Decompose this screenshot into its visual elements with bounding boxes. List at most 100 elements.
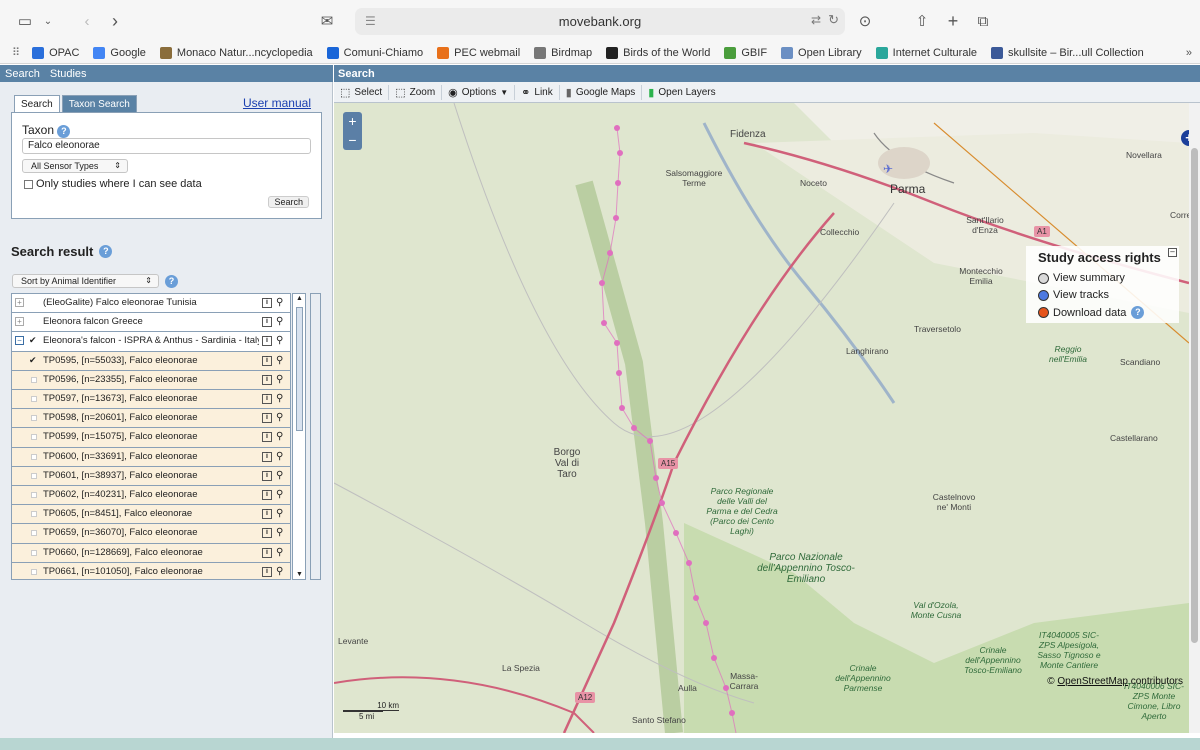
check-icon[interactable]: ✔	[29, 355, 37, 366]
info-icon[interactable]: i	[262, 317, 272, 328]
study-row[interactable]: − ✔ Eleonora's falcon - ISPRA & Anthus - S…	[12, 332, 290, 352]
search-button[interactable]: Search	[268, 196, 309, 208]
expand-icon[interactable]: +	[15, 298, 24, 307]
map-canvas[interactable]: Fidenza Salsomaggiore Terme Noceto Parma…	[334, 103, 1189, 733]
row-checkbox[interactable]	[31, 549, 37, 556]
info-icon[interactable]: i	[262, 509, 272, 520]
scroll-up-icon[interactable]: ▲	[296, 295, 303, 302]
check-icon[interactable]: ✔	[29, 335, 37, 346]
individual-row[interactable]: TP0596, [n=23355], Falco eleonorae i ⚲	[12, 370, 290, 390]
bookmark-item[interactable]: Internet Culturale	[875, 46, 977, 59]
individual-row[interactable]: TP0602, [n=40231], Falco eleonorae i ⚲	[12, 486, 290, 506]
share-icon[interactable]: ⇧	[911, 9, 933, 33]
magnifier-icon[interactable]: ⚲	[276, 374, 283, 385]
info-icon[interactable]: i	[262, 374, 272, 385]
row-checkbox[interactable]	[31, 568, 37, 575]
individual-row[interactable]: TP0601, [n=38937], Falco eleonorae i ⚲	[12, 466, 290, 486]
individual-row[interactable]: TP0605, [n=8451], Falco eleonorae i ⚲	[12, 505, 290, 525]
individual-row[interactable]: ✔ TP0595, [n=55033], Falco eleonorae i ⚲	[12, 351, 290, 371]
study-row[interactable]: + (EleoGalite) Falco eleonorae Tunisia i ⚲	[12, 294, 290, 314]
magnifier-icon[interactable]: ⚲	[276, 566, 283, 577]
sort-help-icon[interactable]: ?	[165, 273, 178, 288]
row-checkbox[interactable]	[31, 396, 37, 402]
magnifier-icon[interactable]: ⚲	[276, 297, 283, 308]
magnifier-icon[interactable]: ⚲	[276, 335, 283, 346]
magnifier-icon[interactable]: ⚲	[276, 527, 283, 538]
individual-row[interactable]: TP0661, [n=101050], Falco eleonorae i ⚲	[12, 562, 290, 579]
result-scrollbar[interactable]: ▲ ▼	[292, 293, 306, 580]
tab-taxon-search[interactable]: Taxon Search	[61, 95, 137, 113]
bookmark-item[interactable]: OPAC	[32, 46, 79, 59]
tab-search[interactable]: Search	[14, 95, 60, 113]
site-settings-icon[interactable]: ☰	[365, 14, 376, 28]
info-icon[interactable]: i	[262, 451, 272, 462]
detail-scrollbar[interactable]	[310, 293, 321, 580]
zoom-tool[interactable]: ⬚ Zoom	[389, 84, 443, 100]
study-row[interactable]: + Eleonora falcon Greece i ⚲	[12, 313, 290, 333]
individual-row[interactable]: TP0660, [n=128669], Falco eleonorae i ⚲	[12, 543, 290, 563]
magnifier-icon[interactable]: ⚲	[276, 547, 283, 558]
sidebar-toggle-icon[interactable]: ▭	[14, 9, 36, 33]
back-icon[interactable]: ‹	[78, 9, 96, 33]
bookmark-item[interactable]: Monaco Natur...ncyclopedia	[159, 46, 313, 59]
row-checkbox[interactable]	[31, 472, 37, 479]
info-icon[interactable]: i	[262, 566, 272, 577]
scroll-thumb[interactable]	[296, 307, 303, 431]
chevron-down-icon[interactable]: ⌄	[40, 9, 56, 33]
magnifier-icon[interactable]: ⚲	[276, 393, 283, 404]
magnifier-icon[interactable]: ⚲	[276, 355, 283, 366]
row-checkbox[interactable]	[31, 511, 37, 518]
bookmarks-overflow-icon[interactable]: »	[1186, 47, 1192, 59]
user-manual-link[interactable]: User manual	[243, 96, 311, 110]
map-scrollbar[interactable]	[1189, 103, 1200, 733]
info-icon[interactable]: i	[262, 470, 272, 481]
address-bar[interactable]: ☰ movebank.org ⇄ ↻	[355, 8, 845, 35]
row-checkbox[interactable]	[31, 376, 37, 383]
forward-icon[interactable]: ›	[106, 9, 124, 33]
help-icon[interactable]: ?	[1131, 306, 1145, 319]
new-tab-icon[interactable]: +	[942, 9, 964, 33]
open-layers-tool[interactable]: ▮ Open Layers	[642, 85, 721, 100]
magnifier-icon[interactable]: ⚲	[276, 412, 283, 423]
info-icon[interactable]: i	[262, 490, 272, 500]
magnifier-icon[interactable]: ⚲	[276, 489, 283, 500]
mail-icon[interactable]: ✉	[316, 9, 338, 33]
bookmark-item[interactable]: Birds of the World	[606, 46, 710, 59]
info-icon[interactable]: i	[262, 298, 272, 308]
magnifier-icon[interactable]: ⚲	[276, 316, 283, 327]
bookmark-item[interactable]: PEC webmail	[437, 46, 520, 59]
translate-icon[interactable]: ⇄	[811, 13, 821, 27]
info-icon[interactable]: i	[262, 336, 272, 347]
bookmark-item[interactable]: Birdmap	[534, 46, 592, 59]
google-maps-tool[interactable]: ▮ Google Maps	[560, 84, 643, 100]
expand-icon[interactable]: +	[15, 317, 24, 327]
row-checkbox[interactable]	[31, 530, 37, 537]
individual-row[interactable]: TP0598, [n=20601], Falco eleonorae i ⚲	[12, 409, 290, 429]
individual-row[interactable]: TP0597, [n=13673], Falco eleonorae i ⚲	[12, 390, 290, 410]
row-checkbox[interactable]	[31, 434, 37, 441]
options-tool[interactable]: ◉ Options ▼	[442, 84, 516, 100]
zoom-in-button[interactable]: +	[343, 112, 362, 131]
info-icon[interactable]: i	[262, 394, 272, 404]
reload-icon[interactable]: ↻	[828, 12, 839, 28]
row-checkbox[interactable]	[31, 492, 37, 498]
row-checkbox[interactable]	[31, 415, 37, 422]
bookmark-item[interactable]: Open Library	[781, 46, 862, 59]
map-scroll-thumb[interactable]	[1191, 148, 1198, 643]
info-icon[interactable]: i	[262, 547, 272, 558]
select-tool[interactable]: ⬚ Select	[334, 84, 390, 100]
info-icon[interactable]: i	[262, 355, 272, 366]
bookmark-item[interactable]: Google	[93, 46, 146, 59]
magnifier-icon[interactable]: ⚲	[276, 431, 283, 442]
help-icon[interactable]: ?	[99, 245, 113, 258]
menu-search[interactable]: Search	[5, 68, 40, 80]
individual-row[interactable]: TP0600, [n=33691], Falco eleonorae i ⚲	[12, 447, 290, 467]
magnifier-icon[interactable]: ⚲	[276, 451, 283, 462]
individual-row[interactable]: TP0659, [n=36070], Falco eleonorae i ⚲	[12, 524, 290, 544]
magnifier-icon[interactable]: ⚲	[276, 470, 283, 481]
apps-grid-icon[interactable]: ⠿	[12, 46, 20, 59]
info-icon[interactable]: i	[262, 528, 272, 539]
row-checkbox[interactable]	[31, 453, 37, 460]
download-icon[interactable]: ⊙	[854, 9, 876, 33]
minimize-icon[interactable]: –	[1168, 248, 1177, 257]
